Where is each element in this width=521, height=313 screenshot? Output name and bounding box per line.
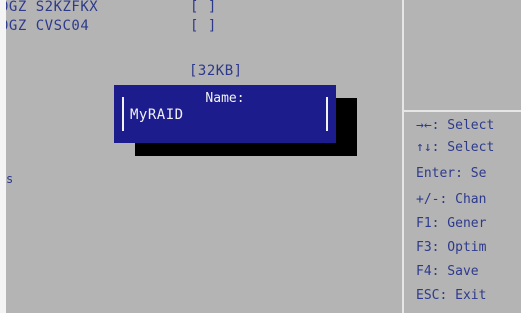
help-f1: F1: Gener <box>416 216 487 231</box>
drive-row-2-text: 0GZ CVSC04 <box>6 18 90 34</box>
left-edge-fragment: s <box>6 172 14 186</box>
drive-row-1-text: 0GZ S2KZFKX <box>6 0 99 15</box>
help-panel-divider-horizontal <box>402 110 521 112</box>
help-f4: F4: Save <box>416 264 479 279</box>
help-f3: F3: Optim <box>416 240 487 255</box>
help-esc: ESC: Exit <box>416 288 487 303</box>
raid-name-input[interactable]: MyRAID <box>130 107 184 123</box>
help-enter: Enter: Se <box>416 166 487 181</box>
help-change: +/-: Chan <box>416 192 487 207</box>
drive-row-1-bracket: [ ] <box>190 0 217 15</box>
help-select-item: ↑↓: Select <box>416 140 495 155</box>
name-input-dialog[interactable]: Name: MyRAID <box>114 85 336 143</box>
strip-size-field: [32KB] <box>189 63 243 79</box>
help-panel-divider-vertical <box>402 0 404 313</box>
bios-screen: 0GZ S2KZFKX [ ] 0GZ CVSC04 [ ] [32KB] s … <box>6 0 521 313</box>
help-select-screen: →←: Select <box>416 118 495 133</box>
drive-row-2-bracket: [ ] <box>190 18 217 34</box>
dialog-title: Name: <box>205 91 245 106</box>
